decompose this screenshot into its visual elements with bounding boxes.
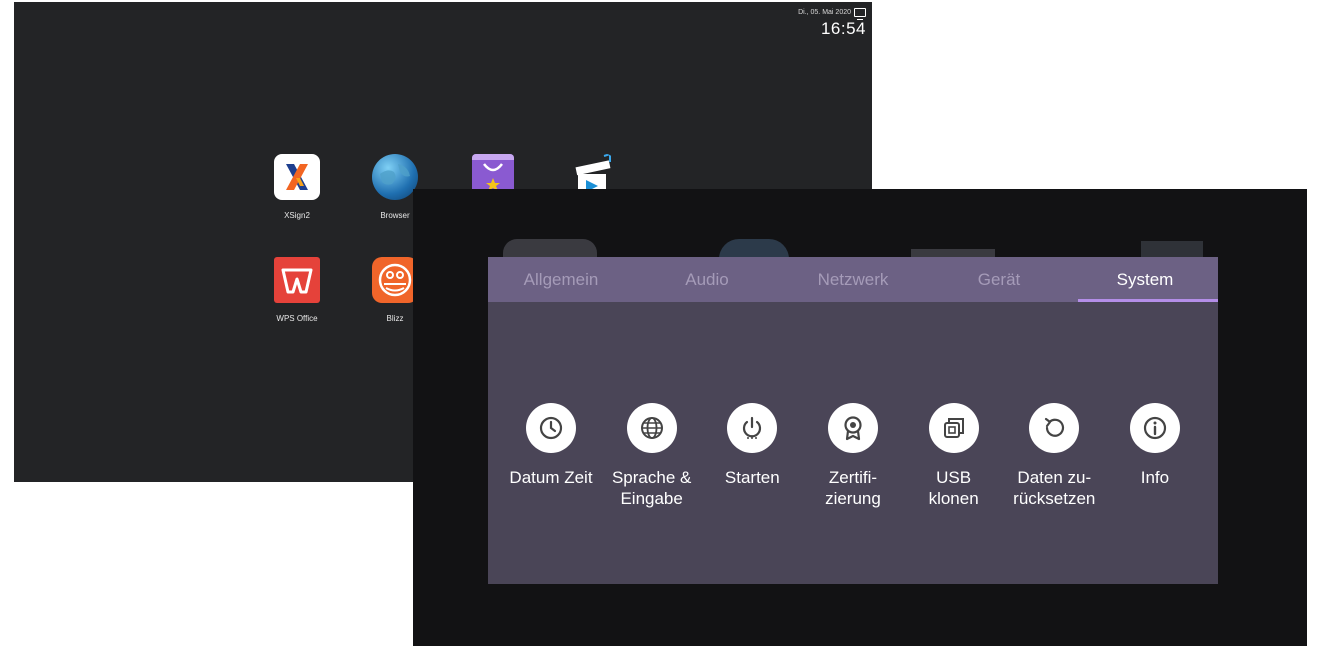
tab-netzwerk[interactable]: Netzwerk [780, 257, 926, 302]
option-daten-zuruecksetzen[interactable]: Daten zu- rücksetzen [1005, 403, 1103, 509]
option-sprache-eingabe[interactable]: Sprache & Eingabe [603, 403, 701, 509]
option-starten[interactable]: Starten [703, 403, 801, 509]
monitor-icon[interactable] [854, 8, 866, 20]
app-label: WPS Office [276, 314, 318, 323]
option-label: Sprache & Eingabe [611, 468, 692, 508]
app-wps-office[interactable]: WPS Office [262, 257, 332, 323]
usb-clone-icon [928, 403, 979, 453]
option-usb-klonen[interactable]: USB klonen [905, 403, 1003, 509]
option-datum-zeit[interactable]: Datum Zeit [502, 403, 600, 509]
tab-allgemein[interactable]: Allgemein [488, 257, 634, 302]
tab-audio[interactable]: Audio [634, 257, 780, 302]
option-label: Zertifi- zierung [825, 468, 881, 508]
settings-panel: Allgemein Audio Netzwerk Gerät System Da… [488, 257, 1218, 584]
system-options: Datum Zeit Sprache & Eingabe Starten Zer… [502, 403, 1204, 509]
option-label: Info [1140, 468, 1170, 487]
reset-icon [1029, 403, 1080, 453]
certificate-icon [827, 403, 878, 453]
status-time: 16:54 [820, 19, 866, 38]
globe-icon [626, 403, 677, 453]
option-info[interactable]: Info [1106, 403, 1204, 509]
option-label: Datum Zeit [509, 468, 593, 487]
option-zertifizierung[interactable]: Zertifi- zierung [804, 403, 902, 509]
status-area: Di., 05. Mai 2020 16:54 [798, 8, 866, 39]
app-label: XSign2 [284, 211, 310, 220]
background-app-shadow [719, 239, 789, 259]
tab-system[interactable]: System [1072, 257, 1218, 302]
xsign-icon [274, 154, 320, 200]
clock-icon [526, 403, 576, 453]
info-icon [1129, 403, 1180, 453]
status-date: Di., 05. Mai 2020 [798, 9, 851, 16]
settings-screen: Allgemein Audio Netzwerk Gerät System Da… [413, 189, 1307, 646]
settings-tab-bar: Allgemein Audio Netzwerk Gerät System [488, 257, 1218, 302]
wps-office-icon [274, 257, 320, 303]
power-icon [727, 403, 778, 453]
option-label: Daten zu- rücksetzen [1013, 468, 1096, 508]
tab-geraet[interactable]: Gerät [926, 257, 1072, 302]
option-label: USB klonen [928, 468, 979, 508]
option-label: Starten [724, 468, 780, 487]
blizz-icon [372, 257, 418, 303]
app-xsign2[interactable]: XSign2 [262, 154, 332, 220]
globe-icon [372, 154, 418, 200]
